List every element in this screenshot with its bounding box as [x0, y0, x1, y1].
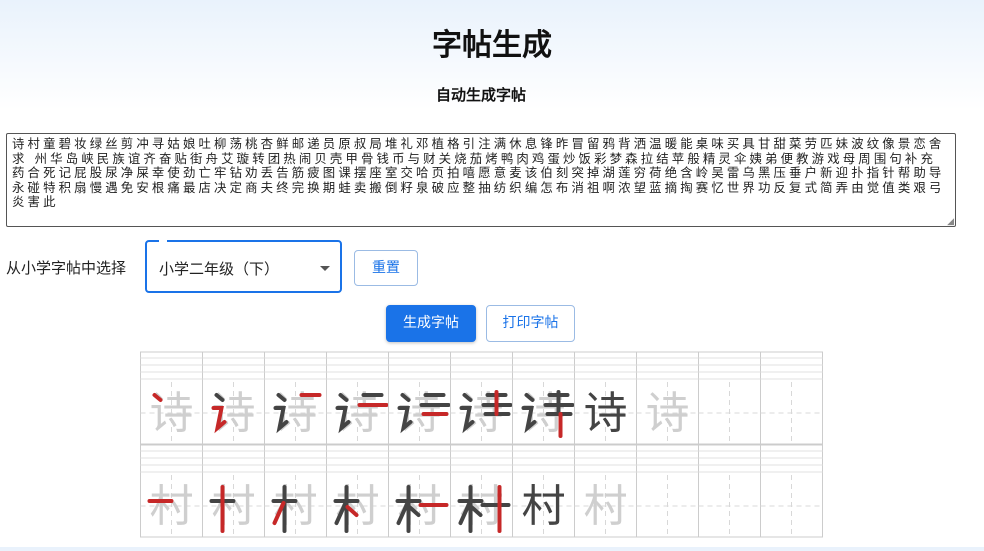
- select-outline-notch: [159, 239, 167, 243]
- preset-select-value: 小学二年级（下）: [159, 260, 280, 278]
- preset-select-label: 从小学字帖中选择: [6, 259, 127, 277]
- practice-character: 村: [212, 481, 256, 532]
- resize-grip-icon[interactable]: ◢: [944, 217, 954, 227]
- generate-button[interactable]: 生成字帖: [386, 305, 476, 342]
- preset-select[interactable]: 小学二年级（下）: [145, 239, 342, 293]
- practice-character: 诗: [584, 388, 628, 439]
- practice-character: 村: [150, 481, 194, 532]
- practice-sheet-svg: 诗诗诗诗诗诗诗诗诗村村村村村村村村: [140, 351, 823, 538]
- practice-sheet: 诗诗诗诗诗诗诗诗诗村村村村村村村村: [140, 351, 823, 551]
- practice-character: 诗: [646, 388, 690, 439]
- page-title: 字帖生成: [432, 28, 552, 63]
- practice-character: 村: [522, 481, 566, 532]
- page-subtitle: 自动生成字帖: [435, 86, 526, 104]
- practice-character: 村: [584, 481, 628, 532]
- reset-button[interactable]: 重置: [354, 250, 418, 286]
- characters-input[interactable]: [6, 133, 956, 227]
- chevron-down-icon: [320, 266, 330, 271]
- print-button[interactable]: 打印字帖: [486, 305, 575, 342]
